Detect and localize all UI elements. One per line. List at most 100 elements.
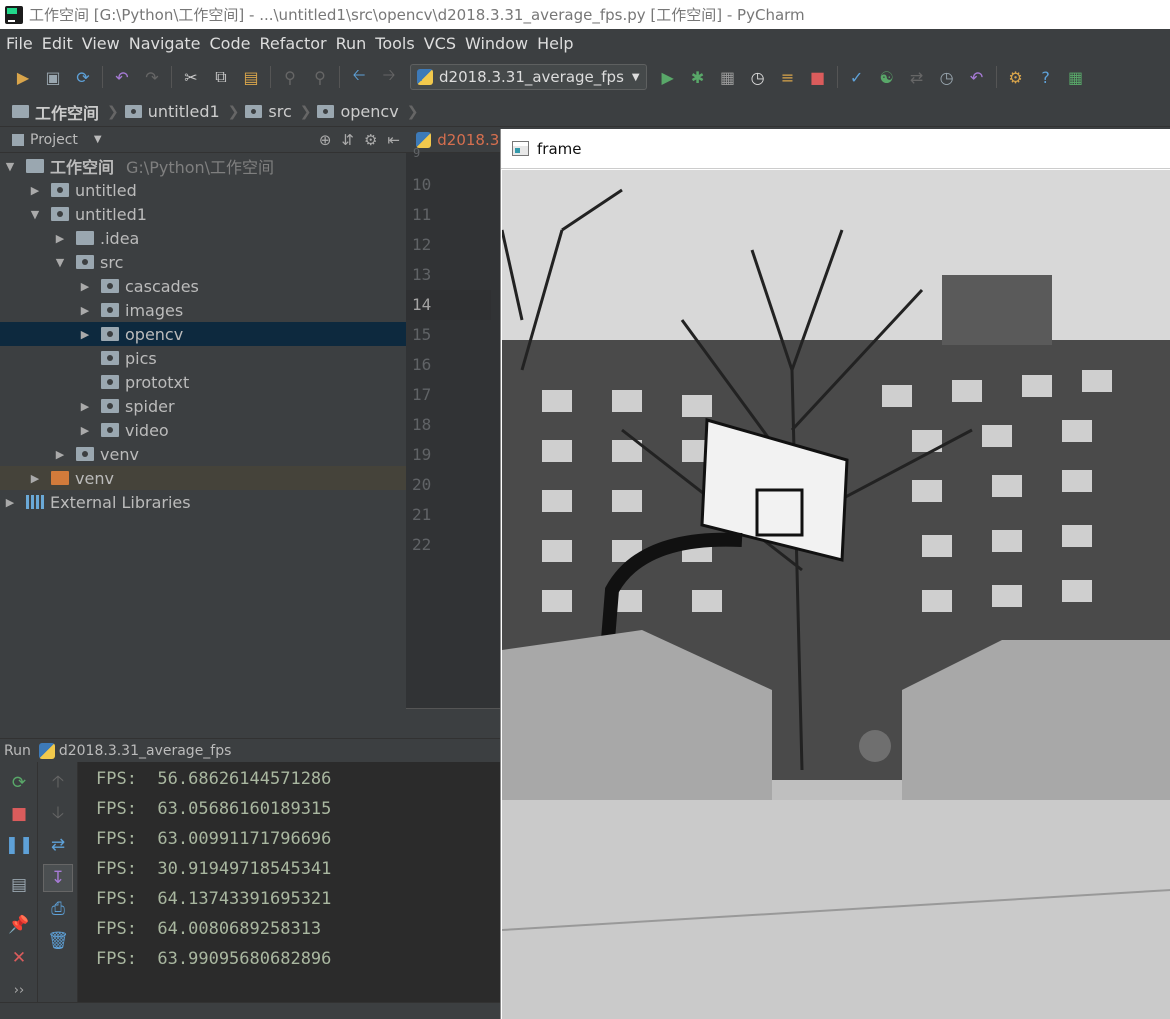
debug-icon[interactable]: ✱: [687, 66, 709, 88]
frame-titlebar[interactable]: frame: [501, 129, 1170, 169]
editor-tab[interactable]: d2018.3.: [406, 127, 501, 153]
gear-icon[interactable]: ⚙: [364, 131, 377, 149]
coverage-icon[interactable]: ▦: [717, 66, 739, 88]
breadcrumb-item-opencv[interactable]: opencv ❯: [317, 102, 418, 121]
tree-item-workspace[interactable]: ▼ 工作空间 G:\Python\工作空间: [0, 154, 406, 178]
collapse-arrow-icon[interactable]: ▶: [2, 496, 18, 509]
menu-refactor[interactable]: Refactor: [255, 34, 330, 53]
rerun-icon[interactable]: ⟳: [8, 772, 30, 794]
tree-item-external-libraries[interactable]: ▶ External Libraries: [0, 490, 406, 514]
collapse-arrow-icon[interactable]: ▶: [77, 280, 93, 293]
collapse-arrow-icon[interactable]: ▶: [27, 472, 43, 485]
settings-wrench-icon[interactable]: ⚙: [1005, 66, 1027, 88]
chevron-down-icon[interactable]: ▼: [94, 134, 102, 145]
tree-item-src[interactable]: ▼ src: [0, 250, 406, 274]
collapse-arrow-icon[interactable]: ▶: [52, 232, 68, 245]
concurrency-icon[interactable]: ≡: [777, 66, 799, 88]
run-tab-label[interactable]: d2018.3.31_average_fps: [59, 743, 232, 759]
redo-icon[interactable]: ↷: [141, 66, 163, 88]
menu-vcs[interactable]: VCS: [420, 34, 460, 53]
tree-item-pics[interactable]: pics: [0, 346, 406, 370]
expand-arrow-icon[interactable]: ▼: [27, 208, 43, 221]
tree-item-opencv[interactable]: ▶ opencv: [0, 322, 406, 346]
pin-icon[interactable]: 📌: [8, 914, 30, 936]
cut-icon[interactable]: ✂: [180, 66, 202, 88]
vcs-update-icon[interactable]: ✓: [846, 66, 868, 88]
hide-panel-icon[interactable]: ⇤: [387, 131, 400, 149]
pause-icon[interactable]: ❚❚: [5, 834, 34, 856]
collapse-all-icon[interactable]: ⇵: [341, 131, 354, 149]
breadcrumb-item-src[interactable]: src ❯: [245, 102, 311, 121]
run-configuration-select[interactable]: d2018.3.31_average_fps ▼: [410, 64, 647, 90]
stop-icon[interactable]: ■: [8, 803, 30, 825]
tree-item-video[interactable]: ▶ video: [0, 418, 406, 442]
line-number: 9: [413, 146, 421, 160]
help-icon[interactable]: ?: [1035, 66, 1057, 88]
vcs-commit-icon[interactable]: ☯: [876, 66, 898, 88]
breadcrumb-item-workspace[interactable]: 工作空间 ❯: [12, 100, 119, 124]
package-folder-icon: [124, 105, 142, 118]
expand-arrow-icon[interactable]: ▼: [52, 256, 68, 269]
find-icon[interactable]: ⚲: [279, 66, 301, 88]
tree-item-cascades[interactable]: ▶ cascades: [0, 274, 406, 298]
collapse-arrow-icon[interactable]: ▶: [52, 448, 68, 461]
menu-view[interactable]: View: [78, 34, 124, 53]
collapse-arrow-icon[interactable]: ▶: [27, 184, 43, 197]
tree-item-venv-inner[interactable]: ▶ venv: [0, 442, 406, 466]
tree-item-spider[interactable]: ▶ spider: [0, 394, 406, 418]
stop-icon[interactable]: ■: [807, 66, 829, 88]
paste-icon[interactable]: ▤: [240, 66, 262, 88]
copy-icon[interactable]: ⧉: [210, 66, 232, 88]
collapse-arrow-icon[interactable]: ▶: [77, 424, 93, 437]
tree-item-idea[interactable]: ▶ .idea: [0, 226, 406, 250]
menu-file[interactable]: File: [2, 34, 37, 53]
scroll-up-icon[interactable]: 🡡: [47, 772, 69, 794]
vcs-revert-icon[interactable]: ↶: [966, 66, 988, 88]
open-folder-icon[interactable]: ▶: [12, 66, 34, 88]
menu-navigate[interactable]: Navigate: [125, 34, 205, 53]
back-icon[interactable]: 🡠: [348, 65, 370, 88]
profile-icon[interactable]: ◷: [747, 66, 769, 88]
scroll-to-end-icon[interactable]: ↧: [43, 864, 73, 892]
vcs-history-icon[interactable]: ◷: [936, 66, 958, 88]
scroll-down-icon[interactable]: 🡣: [47, 803, 69, 825]
expand-arrow-icon[interactable]: ▼: [2, 160, 18, 173]
replace-icon[interactable]: ⚲: [309, 66, 331, 88]
more-icon[interactable]: ››: [8, 979, 30, 1001]
tree-item-images[interactable]: ▶ images: [0, 298, 406, 322]
print-icon[interactable]: ⎙: [47, 898, 69, 920]
trash-icon[interactable]: 🗑: [47, 930, 69, 952]
locate-icon[interactable]: ⊕: [319, 131, 332, 149]
undo-icon[interactable]: ↶: [111, 66, 133, 88]
opencv-frame-window[interactable]: frame: [500, 129, 1170, 1019]
close-icon[interactable]: ✕: [8, 947, 30, 969]
tree-item-prototxt[interactable]: prototxt: [0, 370, 406, 394]
menu-tools[interactable]: Tools: [371, 34, 418, 53]
plugin-icon[interactable]: ▦: [1065, 66, 1087, 88]
project-view-select[interactable]: Project: [12, 132, 78, 148]
vcs-compare-icon[interactable]: ⇄: [906, 66, 928, 88]
run-icon[interactable]: ▶: [657, 66, 679, 88]
breadcrumb-item-untitled1[interactable]: untitled1 ❯: [124, 102, 239, 121]
breadcrumb: 工作空间 ❯ untitled1 ❯ src ❯ opencv ❯: [0, 97, 1170, 127]
soft-wrap-icon[interactable]: ⇄: [47, 834, 69, 856]
project-panel-header: Project ▼ ⊕ ⇵ ⚙ ⇤: [0, 127, 406, 153]
sync-icon[interactable]: ⟳: [72, 66, 94, 88]
tree-item-untitled1[interactable]: ▼ untitled1: [0, 202, 406, 226]
pycharm-logo-icon: [5, 5, 23, 24]
collapse-arrow-icon[interactable]: ▶: [77, 328, 93, 341]
menu-help[interactable]: Help: [533, 34, 577, 53]
menu-window[interactable]: Window: [461, 34, 532, 53]
save-all-icon[interactable]: ▣: [42, 66, 64, 88]
collapse-arrow-icon[interactable]: ▶: [77, 304, 93, 317]
menu-code[interactable]: Code: [206, 34, 255, 53]
run-console[interactable]: FPS: 56.68626144571286 FPS: 63.056861601…: [78, 762, 501, 1002]
tree-item-venv[interactable]: ▶ venv: [0, 466, 406, 490]
tree-item-untitled[interactable]: ▶ untitled: [0, 178, 406, 202]
basketball-court-photo: [502, 170, 1170, 1019]
restore-layout-icon[interactable]: ▤: [8, 874, 30, 896]
collapse-arrow-icon[interactable]: ▶: [77, 400, 93, 413]
forward-icon[interactable]: 🡢: [378, 65, 400, 88]
menu-run[interactable]: Run: [332, 34, 371, 53]
menu-edit[interactable]: Edit: [38, 34, 77, 53]
